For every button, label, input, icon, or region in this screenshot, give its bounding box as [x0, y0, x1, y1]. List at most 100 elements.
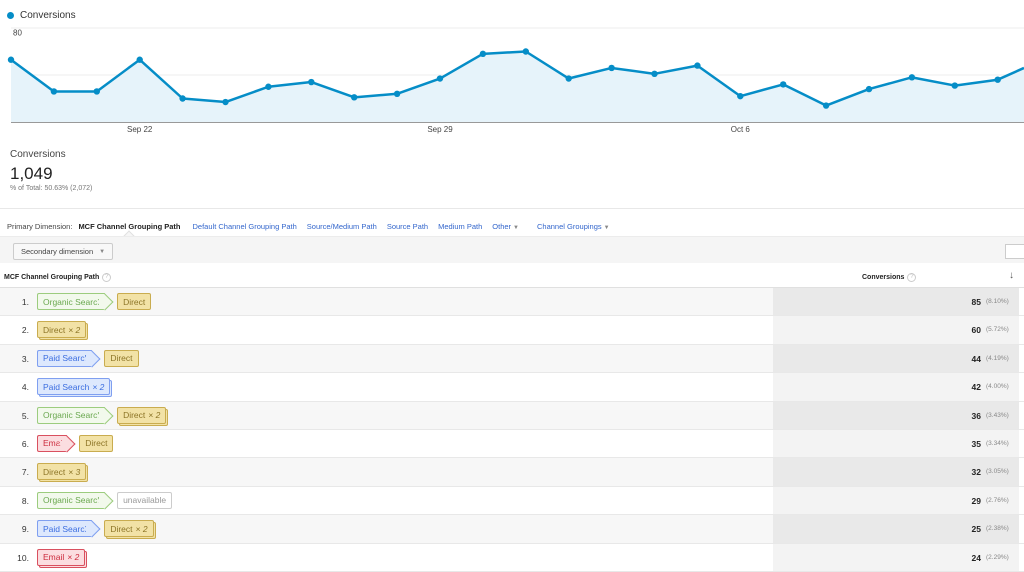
- channel-tag-multiplier: × 2: [135, 523, 148, 534]
- channel-tag-direct[interactable]: Direct: [104, 349, 139, 367]
- primary-dimension-label: Primary Dimension:: [7, 222, 73, 231]
- channel-tag-multiplier: × 2: [92, 381, 105, 392]
- conversions-value: 32: [971, 467, 981, 478]
- sort-descending-icon[interactable]: ↓: [1009, 270, 1014, 281]
- data-point: [994, 76, 1001, 83]
- channel-tag-label: Direct: [123, 296, 146, 307]
- channel-tag-label: Direct: [85, 438, 108, 449]
- row-index: 10.: [17, 552, 29, 563]
- secondary-dimension-dropdown[interactable]: Secondary dimension ▼: [13, 243, 114, 260]
- row-index: 1.: [21, 297, 29, 307]
- table-row: 9. Paid Search Direct × 2 25 (2.38%): [0, 515, 1024, 544]
- row-edge: [1019, 458, 1024, 486]
- primary-dimension-active[interactable]: MCF Channel Grouping Path: [78, 222, 180, 231]
- column-conversions-label: Conversions: [862, 274, 905, 281]
- channel-tag-organic[interactable]: Organic Search: [37, 406, 106, 424]
- channel-tag-label: Direct: [43, 466, 66, 477]
- metric-cell-bg: [773, 373, 1019, 401]
- channel-tag-label: Organic Search: [43, 410, 103, 421]
- legend-dot-icon: [7, 12, 14, 19]
- channel-tag-paid[interactable]: Paid Search: [37, 349, 93, 367]
- channel-tag-label: Organic Search: [43, 296, 103, 307]
- conversions-value: 42: [971, 382, 981, 393]
- area-fill: [11, 51, 1024, 122]
- channel-tag-direct[interactable]: Direct × 2: [117, 406, 167, 424]
- conversions-percent: (4.19%): [986, 354, 1009, 362]
- dimension-link-medium[interactable]: Medium Path: [438, 222, 482, 231]
- channel-tag-label: Email: [43, 438, 65, 449]
- channel-tag-paid[interactable]: Paid Search: [37, 520, 93, 538]
- channel-tag-label: Paid Search: [43, 381, 90, 392]
- row-index: 7.: [21, 467, 29, 478]
- channel-tag-multiplier: × 3: [68, 466, 81, 477]
- data-point: [908, 74, 916, 81]
- channel-tag-email[interactable]: Email: [37, 434, 68, 452]
- channel-tag-email[interactable]: Email × 2: [37, 548, 86, 566]
- dimension-link-source[interactable]: Source Path: [387, 222, 428, 231]
- metric-cell-bg: [773, 288, 1019, 316]
- dimension-link-default-channel[interactable]: Default Channel Grouping Path: [193, 222, 297, 231]
- data-point: [436, 75, 444, 82]
- row-edge: [1019, 515, 1024, 543]
- row-index: 3.: [21, 353, 29, 364]
- data-point: [694, 62, 701, 69]
- table-row: 3. Paid Search Direct 44 (4.19%): [0, 344, 1024, 374]
- channel-tag-direct[interactable]: Direct × 2: [37, 321, 87, 339]
- channel-path: Paid Search × 2: [37, 378, 116, 396]
- row-index: 9.: [21, 524, 29, 535]
- column-header-path[interactable]: MCF Channel Grouping Path ?: [4, 273, 112, 282]
- caret-down-icon: ▼: [99, 248, 106, 255]
- row-index: 8.: [21, 495, 29, 506]
- conversions-percent: (4.00%): [986, 383, 1009, 391]
- column-path-label: MCF Channel Grouping Path: [4, 274, 100, 281]
- help-icon[interactable]: ?: [907, 273, 917, 282]
- conversions-percent: (2.76%): [986, 496, 1009, 504]
- channel-tag-direct[interactable]: Direct: [117, 293, 152, 310]
- metric-cell-bg: [773, 344, 1019, 373]
- dimension-link-source-medium[interactable]: Source/Medium Path: [307, 222, 377, 231]
- row-index: 4.: [21, 382, 29, 393]
- table-body: 1. Organic Search Direct 85 (8.10%) 2. Di…: [0, 288, 1024, 572]
- conversions-percent: (3.43%): [986, 411, 1009, 419]
- caret-down-icon: ▼: [603, 225, 610, 231]
- channel-tag-unavail[interactable]: unavailable: [117, 491, 173, 509]
- row-index: 5.: [21, 410, 29, 421]
- channel-path: Direct × 3: [37, 463, 92, 481]
- conversions-value: 29: [971, 495, 981, 506]
- channel-tag-direct[interactable]: Direct × 3: [37, 463, 87, 481]
- conversions-percent: (8.10%): [986, 298, 1009, 305]
- channel-tag-direct[interactable]: Direct × 2: [104, 520, 154, 538]
- data-point: [136, 56, 143, 63]
- row-edge: [1019, 288, 1024, 316]
- channel-tag-paid[interactable]: Paid Search × 2: [37, 378, 111, 396]
- data-point: [865, 85, 873, 93]
- conversions-percent: (2.38%): [986, 525, 1009, 533]
- table-row: 1. Organic Search Direct 85 (8.10%): [0, 288, 1024, 317]
- channel-path: Email × 2: [37, 548, 91, 566]
- channel-tag-organic[interactable]: Organic Search: [37, 293, 106, 310]
- channel-tag-direct[interactable]: Direct: [79, 434, 114, 452]
- channel-tag-multiplier: × 2: [68, 324, 81, 335]
- channel-groupings-dropdown[interactable]: Channel Groupings ▼: [537, 222, 610, 231]
- table-row: 7. Direct × 3 32 (3.05%): [0, 458, 1024, 487]
- conversions-percent: (3.05%): [986, 468, 1009, 476]
- channel-groupings-label: Channel Groupings: [537, 222, 602, 231]
- conversions-value: 35: [971, 438, 981, 449]
- data-point: [780, 81, 787, 88]
- channel-tag-organic[interactable]: Organic Search: [37, 491, 106, 509]
- metric-summary: Conversions 1,049 % of Total: 50.63% (2,…: [10, 149, 92, 192]
- channel-tag-label: Email: [43, 552, 65, 563]
- table-row: 4. Paid Search × 2 42 (4.00%): [0, 373, 1024, 402]
- data-point: [608, 64, 615, 72]
- help-icon[interactable]: ?: [102, 273, 112, 282]
- channel-path: Paid Search Direct: [37, 349, 145, 367]
- channel-tag-multiplier: × 2: [148, 410, 161, 421]
- data-point: [651, 70, 658, 78]
- other-label: Other: [492, 222, 512, 231]
- channel-tag-label: Direct: [123, 410, 146, 421]
- summary-metric-value: 1,049: [10, 164, 53, 183]
- table-search-input[interactable]: [1005, 244, 1024, 259]
- column-header-conversions[interactable]: Conversions ?: [862, 273, 917, 282]
- row-edge: [1019, 486, 1024, 515]
- dimension-other-dropdown[interactable]: Other ▼: [492, 222, 519, 231]
